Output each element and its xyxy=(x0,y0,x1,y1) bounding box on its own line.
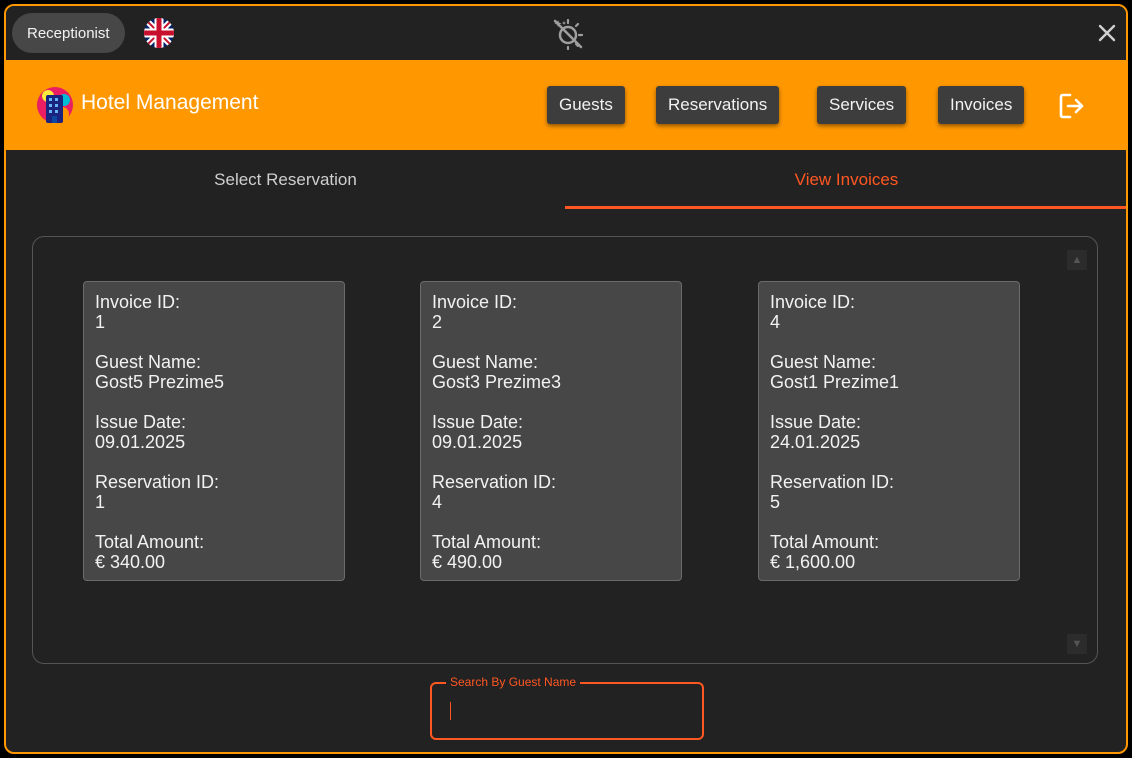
app-header: Hotel Management Guests Reservations Ser… xyxy=(6,60,1126,150)
total-amount-field: Total Amount: € 340.00 xyxy=(95,532,333,572)
logout-icon[interactable] xyxy=(1058,92,1086,120)
field-label: Total Amount: xyxy=(432,532,542,552)
invoice-id-field: Invoice ID: 4 xyxy=(770,292,1008,332)
issue-date-value: 09.01.2025 xyxy=(432,432,523,452)
invoice-card[interactable]: Invoice ID: 1 Guest Name: Gost5 Prezime5… xyxy=(83,281,345,581)
guest-name-value: Gost3 Prezime3 xyxy=(432,372,562,392)
invoice-id-value: 1 xyxy=(95,312,106,332)
title-bar: Receptionist xyxy=(6,6,1126,60)
active-tab-indicator xyxy=(565,206,1126,209)
close-icon[interactable] xyxy=(1094,20,1120,46)
hotel-logo-icon xyxy=(37,87,73,123)
nav-services-button[interactable]: Services xyxy=(817,86,907,124)
field-label: Guest Name: xyxy=(95,352,202,372)
field-label: Reservation ID: xyxy=(432,472,557,492)
invoice-list-panel: ▲ ▼ Invoice ID: 1 Guest Name: Gost5 Prez… xyxy=(32,236,1098,664)
field-label: Invoice ID: xyxy=(770,292,856,312)
app-window: Receptionist Hotel Management Guests Res… xyxy=(4,4,1128,754)
invoice-card[interactable]: Invoice ID: 4 Guest Name: Gost1 Prezime1… xyxy=(758,281,1020,581)
field-label: Issue Date: xyxy=(95,412,187,432)
reservation-id-field: Reservation ID: 1 xyxy=(95,472,333,512)
reservation-id-value: 1 xyxy=(95,492,106,512)
app-title: Hotel Management xyxy=(81,91,259,114)
field-label: Invoice ID: xyxy=(95,292,181,312)
search-input[interactable] xyxy=(446,698,690,726)
invoice-id-field: Invoice ID: 1 xyxy=(95,292,333,332)
search-by-guest-name[interactable]: Search By Guest Name xyxy=(430,675,704,740)
invoice-card[interactable]: Invoice ID: 2 Guest Name: Gost3 Prezime3… xyxy=(420,281,682,581)
guest-name-field: Guest Name: Gost3 Prezime3 xyxy=(432,352,670,392)
field-label: Guest Name: xyxy=(770,352,877,372)
issue-date-value: 24.01.2025 xyxy=(770,432,861,452)
issue-date-field: Issue Date: 24.01.2025 xyxy=(770,412,1008,452)
reservation-id-value: 4 xyxy=(432,492,443,512)
search-label: Search By Guest Name xyxy=(446,675,581,689)
total-amount-field: Total Amount: € 1,600.00 xyxy=(770,532,1008,572)
reservation-id-value: 5 xyxy=(770,492,781,512)
scroll-up-button[interactable]: ▲ xyxy=(1067,250,1087,270)
nav-reservations-button[interactable]: Reservations xyxy=(656,86,780,124)
guest-name-value: Gost1 Prezime1 xyxy=(770,372,900,392)
field-label: Issue Date: xyxy=(770,412,862,432)
total-amount-field: Total Amount: € 490.00 xyxy=(432,532,670,572)
field-label: Total Amount: xyxy=(95,532,205,552)
theme-toggle-icon[interactable] xyxy=(550,16,584,50)
nav-invoices-button[interactable]: Invoices xyxy=(938,86,1025,124)
issue-date-value: 09.01.2025 xyxy=(95,432,186,452)
reservation-id-field: Reservation ID: 5 xyxy=(770,472,1008,512)
guest-name-value: Gost5 Prezime5 xyxy=(95,372,225,392)
field-label: Issue Date: xyxy=(432,412,524,432)
guest-name-field: Guest Name: Gost5 Prezime5 xyxy=(95,352,333,392)
nav-guests-button[interactable]: Guests xyxy=(547,86,625,124)
reservation-id-field: Reservation ID: 4 xyxy=(432,472,670,512)
field-label: Guest Name: xyxy=(432,352,539,372)
guest-name-field: Guest Name: Gost1 Prezime1 xyxy=(770,352,1008,392)
total-amount-value: € 340.00 xyxy=(95,552,166,572)
invoice-id-value: 2 xyxy=(432,312,443,332)
invoice-id-value: 4 xyxy=(770,312,781,332)
role-badge[interactable]: Receptionist xyxy=(12,13,125,53)
tab-view-invoices[interactable]: View Invoices xyxy=(567,150,1126,210)
field-label: Total Amount: xyxy=(770,532,880,552)
issue-date-field: Issue Date: 09.01.2025 xyxy=(432,412,670,452)
total-amount-value: € 490.00 xyxy=(432,552,503,572)
tab-select-reservation[interactable]: Select Reservation xyxy=(6,150,565,210)
total-amount-value: € 1,600.00 xyxy=(770,552,856,572)
uk-flag-icon[interactable] xyxy=(144,18,174,48)
text-caret xyxy=(450,702,451,720)
invoice-id-field: Invoice ID: 2 xyxy=(432,292,670,332)
field-label: Invoice ID: xyxy=(432,292,518,312)
field-label: Reservation ID: xyxy=(770,472,895,492)
scroll-down-button[interactable]: ▼ xyxy=(1067,634,1087,654)
field-label: Reservation ID: xyxy=(95,472,220,492)
issue-date-field: Issue Date: 09.01.2025 xyxy=(95,412,333,452)
